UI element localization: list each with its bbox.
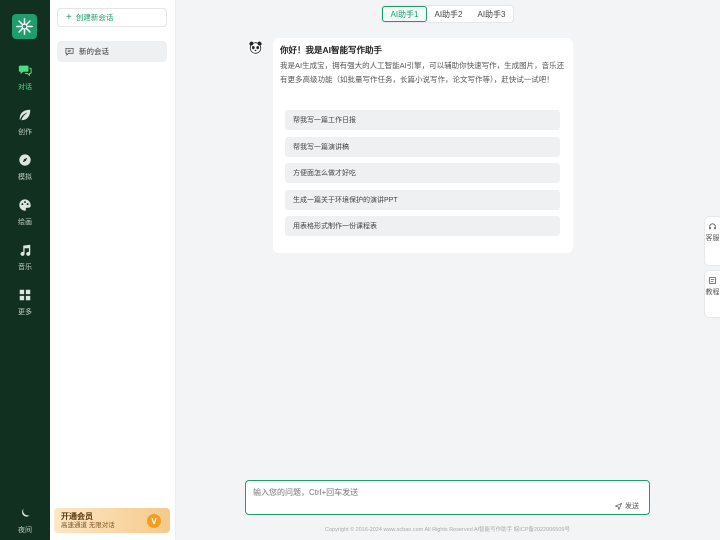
tab-assistant-1[interactable]: AI助手1: [382, 6, 427, 22]
nav-chat[interactable]: 对话: [0, 62, 50, 102]
nav-create-label: 创作: [18, 129, 32, 136]
suggestion-item[interactable]: 帮我写一篇演讲稿: [285, 137, 560, 157]
nav-create[interactable]: 创作: [0, 107, 50, 147]
footer-copyright: Copyright © 2016-2024 www.scbao.com All …: [325, 527, 570, 533]
nav-paint[interactable]: 绘画: [0, 197, 50, 237]
new-chat-button[interactable]: + 创建新会话: [57, 8, 167, 27]
panda-icon: [249, 41, 262, 54]
vip-badge-icon: V: [147, 514, 161, 528]
headset-icon: [709, 223, 716, 230]
nav-chat-label: 对话: [18, 84, 32, 91]
tab-assistant-3[interactable]: AI助手3: [470, 6, 513, 22]
assistant-intro-text: 我是AI生成宝，拥有强大的人工智能AI引擎，可以辅助你快速写作，生成图片，音乐还…: [280, 61, 565, 84]
plus-icon: +: [66, 11, 72, 23]
palette-icon: [17, 197, 33, 213]
message-icon: [65, 47, 74, 56]
music-icon: [17, 242, 33, 258]
tutorial-label: 教程: [705, 289, 720, 296]
moon-icon: [17, 505, 33, 521]
nav-more[interactable]: 更多: [0, 287, 50, 327]
compass-icon: [17, 152, 33, 168]
nav-music[interactable]: 音乐: [0, 242, 50, 282]
logo-icon: [16, 18, 33, 35]
send-button[interactable]: 发送: [615, 501, 639, 511]
send-icon: [615, 502, 622, 510]
app-logo: [12, 14, 37, 39]
customer-service-button[interactable]: 客服: [704, 216, 720, 266]
chat-icon: [17, 62, 33, 78]
greeting-title: 你好！我是AI智能写作助手: [280, 45, 383, 55]
suggestion-item[interactable]: 生成一篇关于环境保护的演讲PPT: [285, 190, 560, 210]
send-label: 发送: [625, 503, 639, 510]
night-mode-toggle[interactable]: 夜间: [0, 505, 50, 540]
vip-upgrade-card[interactable]: 开通会员 高速通道 无限对话 V: [54, 508, 170, 533]
nav-simulate-label: 模拟: [18, 174, 32, 181]
assistant-avatar: [248, 40, 263, 55]
book-icon: [708, 276, 717, 285]
night-mode-label: 夜间: [18, 527, 32, 534]
nav-more-label: 更多: [18, 309, 32, 316]
chat-input-box: 发送: [245, 480, 650, 515]
nav-paint-label: 绘画: [18, 219, 32, 226]
chat-list-panel: + 创建新会话 新的会话 开通会员 高速通道 无限对话 V: [50, 0, 176, 540]
tutorial-button[interactable]: 教程: [704, 270, 720, 318]
chat-input[interactable]: [246, 481, 649, 514]
tab-assistant-2[interactable]: AI助手2: [427, 6, 470, 22]
suggestion-item[interactable]: 方便面怎么做才好吃: [285, 163, 560, 183]
suggestion-item[interactable]: 用表格形式制作一份课程表: [285, 216, 560, 236]
customer-service-label: 客服: [705, 235, 720, 242]
suggestion-item[interactable]: 帮我写一篇工作日报: [285, 110, 560, 130]
grid-icon: [17, 287, 33, 303]
new-chat-label: 创建新会话: [75, 13, 114, 22]
left-nav-rail: 对话 创作 模拟 绘画 音乐 更多 夜间: [0, 0, 50, 540]
nav-music-label: 音乐: [18, 264, 32, 271]
nav-simulate[interactable]: 模拟: [0, 152, 50, 192]
chat-list-item[interactable]: 新的会话: [57, 41, 167, 62]
chat-list-item-label: 新的会话: [79, 47, 109, 56]
assistant-tabs: AI助手1 AI助手2 AI助手3: [381, 5, 514, 23]
leaf-icon: [17, 107, 33, 123]
assistant-message-bubble: 你好！我是AI智能写作助手 我是AI生成宝，拥有强大的人工智能AI引擎，可以辅助…: [273, 38, 573, 253]
